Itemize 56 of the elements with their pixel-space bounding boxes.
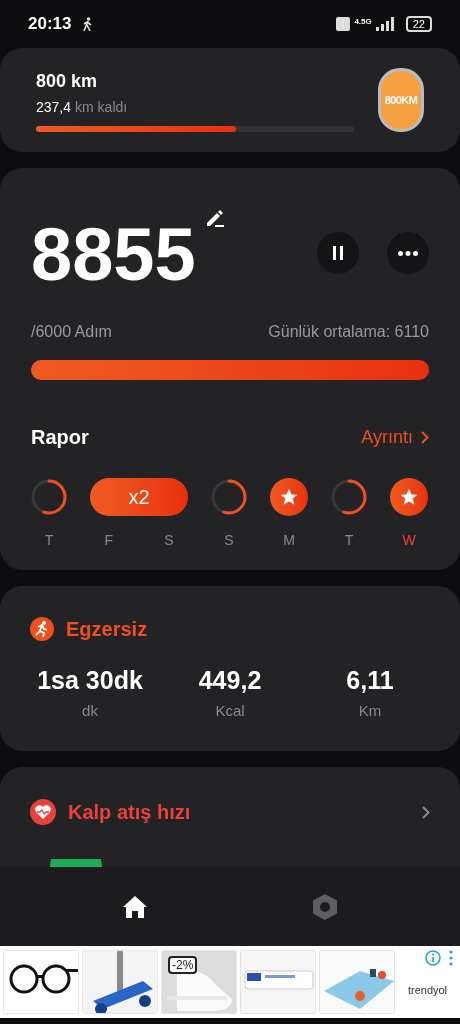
discount-badge: -2% [168, 956, 198, 974]
home-tab[interactable] [122, 894, 148, 919]
streak-pill[interactable]: x2 [90, 478, 188, 516]
progress-ring[interactable] [210, 478, 248, 516]
more-icon[interactable] [449, 950, 453, 966]
walking-icon [83, 16, 94, 32]
day-label: W [402, 531, 416, 550]
remaining-value: 237,4 [36, 98, 72, 117]
stat-unit: Kcal [215, 700, 245, 721]
battery-indicator: 22 [405, 16, 432, 32]
home-icon [122, 894, 148, 919]
exercise-title: Egzersiz [66, 617, 148, 642]
ad-banner[interactable]: -2% trendyol [0, 946, 460, 1018]
stat-unit: dk [82, 700, 98, 721]
progress-ring[interactable] [330, 478, 368, 516]
star-badge[interactable] [390, 478, 428, 516]
heart-rate-title: Kalp atış hızı [68, 800, 191, 825]
day-label: F [104, 531, 114, 550]
chevron-icon [422, 805, 430, 819]
more-icon [398, 250, 418, 256]
brand-logo: trendyol [407, 982, 448, 998]
step-count: 8855 [31, 218, 196, 292]
stat-value: 1sa 30dk [37, 665, 143, 696]
step-goal: /6000 Adım [31, 322, 112, 342]
progress-ring[interactable] [30, 478, 68, 516]
settings-icon [312, 892, 338, 921]
star-badge[interactable] [270, 478, 308, 516]
distance-goal-card[interactable]: 800 km 237,4 km kaldı 800KM [0, 48, 460, 152]
info-icon[interactable] [425, 950, 441, 966]
star-icon [280, 488, 298, 506]
stat-unit: Km [358, 700, 382, 721]
day-label: T [344, 531, 354, 550]
pause-icon [332, 246, 344, 260]
distance-badge: 800KM [378, 68, 424, 132]
stat-value: 6,11 [346, 665, 394, 696]
day-label: S [224, 531, 234, 550]
status-time: 20:13 [28, 13, 72, 36]
day-label: S [164, 531, 174, 550]
daily-average: Günlük ortalama: 6110 [268, 322, 429, 342]
more-button[interactable] [387, 232, 429, 274]
stat-value: 449,2 [198, 665, 262, 696]
pause-button[interactable] [317, 232, 359, 274]
goal-title: 800 km [36, 70, 99, 93]
details-link[interactable]: Ayrıntı [361, 423, 429, 451]
star-icon [400, 488, 418, 506]
day-label: T [44, 531, 54, 550]
remaining-unit: km kaldı [75, 98, 128, 117]
report-title: Rapor [31, 425, 89, 450]
day-label: M [283, 531, 295, 550]
heart-rate-card[interactable]: Kalp atış hızı [0, 767, 460, 867]
settings-tab[interactable] [312, 892, 338, 921]
signal-icon [375, 17, 394, 31]
network-label: 4.5G [354, 18, 372, 26]
chevron-icon [421, 430, 429, 444]
exercise-card[interactable]: Egzersiz 1sa 30dk dk 449,2 Kcal 6,11 Km [0, 586, 460, 751]
running-icon [30, 617, 54, 641]
